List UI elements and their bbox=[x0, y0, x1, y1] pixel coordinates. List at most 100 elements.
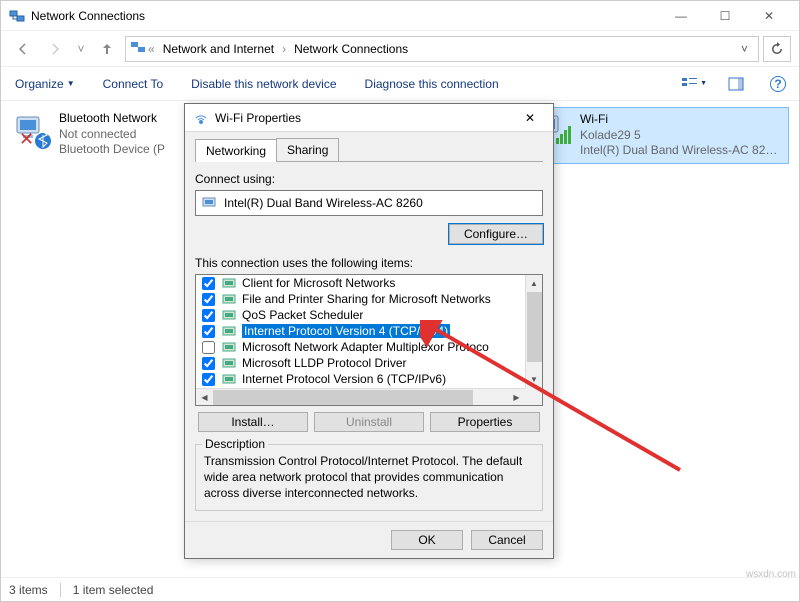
dialog-footer: OK Cancel bbox=[185, 521, 553, 558]
wifi-properties-dialog: Wi-Fi Properties ✕ Networking Sharing Co… bbox=[184, 103, 554, 559]
back-button[interactable] bbox=[9, 35, 37, 63]
adapter-icon bbox=[202, 196, 218, 210]
protocol-icon bbox=[222, 356, 238, 370]
diagnose-button[interactable]: Diagnose this connection bbox=[359, 73, 505, 95]
network-component-item[interactable]: Internet Protocol Version 4 (TCP/IPv4) bbox=[196, 323, 525, 339]
network-component-item[interactable]: QoS Packet Scheduler bbox=[196, 307, 525, 323]
item-checkbox[interactable] bbox=[202, 293, 215, 306]
scroll-left-icon[interactable]: ◀ bbox=[196, 389, 213, 405]
network-component-item[interactable]: Microsoft Network Adapter Multiplexor Pr… bbox=[196, 339, 525, 355]
item-checkbox[interactable] bbox=[202, 341, 215, 354]
protocol-icon bbox=[222, 340, 238, 354]
item-label: QoS Packet Scheduler bbox=[242, 308, 363, 322]
description-group: Description Transmission Control Protoco… bbox=[195, 444, 543, 511]
protocol-icon bbox=[222, 372, 238, 386]
breadcrumb[interactable]: « Network and Internet › Network Connect… bbox=[125, 36, 759, 62]
preview-pane-button[interactable] bbox=[723, 72, 749, 96]
forward-button[interactable] bbox=[41, 35, 69, 63]
connect-to-button[interactable]: Connect To bbox=[97, 73, 170, 95]
item-label: Client for Microsoft Networks bbox=[242, 276, 395, 290]
recent-dropdown[interactable]: ˅ bbox=[73, 35, 89, 63]
network-component-item[interactable]: File and Printer Sharing for Microsoft N… bbox=[196, 291, 525, 307]
cancel-button[interactable]: Cancel bbox=[471, 530, 543, 550]
item-checkbox[interactable] bbox=[202, 309, 215, 322]
item-count: 3 items bbox=[9, 583, 48, 597]
selection-count: 1 item selected bbox=[73, 583, 154, 597]
network-device: Bluetooth Device (P bbox=[59, 142, 165, 158]
scroll-down-icon[interactable]: ▼ bbox=[526, 371, 542, 388]
dialog-close-button[interactable]: ✕ bbox=[515, 106, 545, 130]
item-checkbox[interactable] bbox=[202, 373, 215, 386]
breadcrumb-current[interactable]: Network Connections bbox=[288, 40, 414, 58]
wifi-icon bbox=[193, 110, 209, 126]
network-component-item[interactable]: Microsoft LLDP Protocol Driver bbox=[196, 355, 525, 371]
scroll-thumb[interactable] bbox=[213, 390, 473, 405]
item-label: File and Printer Sharing for Microsoft N… bbox=[242, 292, 491, 306]
vertical-scrollbar[interactable]: ▲ ▼ bbox=[525, 275, 542, 388]
up-button[interactable] bbox=[93, 35, 121, 63]
protocol-icon bbox=[222, 292, 238, 306]
bluetooth-network-icon: ✕ bbox=[13, 111, 53, 151]
protocol-icon bbox=[222, 308, 238, 322]
window-title: Network Connections bbox=[31, 9, 659, 23]
tab-sharing[interactable]: Sharing bbox=[276, 138, 339, 161]
scroll-right-icon[interactable]: ▶ bbox=[508, 389, 525, 405]
statusbar: 3 items 1 item selected bbox=[1, 577, 799, 601]
horizontal-scrollbar[interactable]: ◀ ▶ bbox=[196, 388, 525, 405]
breadcrumb-parent[interactable]: Network and Internet bbox=[157, 40, 280, 58]
chevron-right-icon: › bbox=[282, 42, 286, 56]
item-label: Microsoft LLDP Protocol Driver bbox=[242, 356, 407, 370]
install-button[interactable]: Install… bbox=[198, 412, 308, 432]
uninstall-button: Uninstall bbox=[314, 412, 424, 432]
network-item-wifi[interactable]: Wi-Fi Kolade29 5 Intel(R) Dual Band Wire… bbox=[529, 107, 789, 164]
refresh-button[interactable] bbox=[763, 36, 791, 62]
help-button[interactable]: ? bbox=[765, 72, 791, 96]
disable-device-button[interactable]: Disable this network device bbox=[185, 73, 342, 95]
item-checkbox[interactable] bbox=[202, 277, 215, 290]
protocol-icon bbox=[222, 324, 238, 338]
description-text: Transmission Control Protocol/Internet P… bbox=[204, 453, 534, 502]
network-name: Wi-Fi bbox=[580, 112, 777, 128]
item-label: Internet Protocol Version 6 (TCP/IPv6) bbox=[242, 372, 446, 386]
watermark: wsxdn.com bbox=[746, 569, 796, 580]
svg-text:✕: ✕ bbox=[19, 129, 34, 149]
network-component-item[interactable]: Client for Microsoft Networks bbox=[196, 275, 525, 291]
control-panel-icon bbox=[130, 39, 146, 58]
minimize-button[interactable]: — bbox=[659, 2, 703, 30]
configure-button[interactable]: Configure… bbox=[449, 224, 543, 244]
network-status: Not connected bbox=[59, 127, 165, 143]
protocol-icon bbox=[222, 276, 238, 290]
chevron-right-icon: « bbox=[148, 42, 155, 56]
scroll-thumb[interactable] bbox=[527, 292, 542, 362]
ok-button[interactable]: OK bbox=[391, 530, 463, 550]
chevron-down-icon: ▼ bbox=[67, 79, 75, 88]
items-label: This connection uses the following items… bbox=[195, 256, 543, 270]
breadcrumb-dropdown[interactable]: ˅ bbox=[735, 42, 754, 56]
connect-using-label: Connect using: bbox=[195, 172, 543, 186]
item-checkbox[interactable] bbox=[202, 357, 215, 370]
organize-menu[interactable]: Organize ▼ bbox=[9, 73, 81, 95]
view-options-button[interactable]: ▼ bbox=[681, 72, 707, 96]
dialog-titlebar[interactable]: Wi-Fi Properties ✕ bbox=[185, 104, 553, 132]
close-button[interactable]: ✕ bbox=[747, 2, 791, 30]
chevron-down-icon: ▼ bbox=[700, 80, 707, 87]
scroll-up-icon[interactable]: ▲ bbox=[526, 275, 542, 292]
dialog-title: Wi-Fi Properties bbox=[215, 111, 515, 125]
addressbar: ˅ « Network and Internet › Network Conne… bbox=[1, 31, 799, 67]
item-checkbox[interactable] bbox=[202, 325, 215, 338]
dialog-body: Networking Sharing Connect using: Intel(… bbox=[185, 132, 553, 521]
items-list: Client for Microsoft Networks File and Pr… bbox=[196, 275, 525, 388]
properties-button[interactable]: Properties bbox=[430, 412, 540, 432]
tab-networking[interactable]: Networking bbox=[195, 139, 277, 162]
network-name: Bluetooth Network bbox=[59, 111, 165, 127]
adapter-name: Intel(R) Dual Band Wireless-AC 8260 bbox=[224, 196, 423, 210]
command-bar: Organize ▼ Connect To Disable this netwo… bbox=[1, 67, 799, 101]
description-legend: Description bbox=[202, 437, 268, 451]
adapter-field[interactable]: Intel(R) Dual Band Wireless-AC 8260 bbox=[195, 190, 543, 216]
network-connections-icon bbox=[9, 8, 25, 24]
window-buttons: — ☐ ✕ bbox=[659, 2, 791, 30]
titlebar[interactable]: Network Connections — ☐ ✕ bbox=[1, 1, 799, 31]
network-items-listbox[interactable]: Client for Microsoft Networks File and Pr… bbox=[195, 274, 543, 406]
maximize-button[interactable]: ☐ bbox=[703, 2, 747, 30]
network-component-item[interactable]: Internet Protocol Version 6 (TCP/IPv6) bbox=[196, 371, 525, 387]
